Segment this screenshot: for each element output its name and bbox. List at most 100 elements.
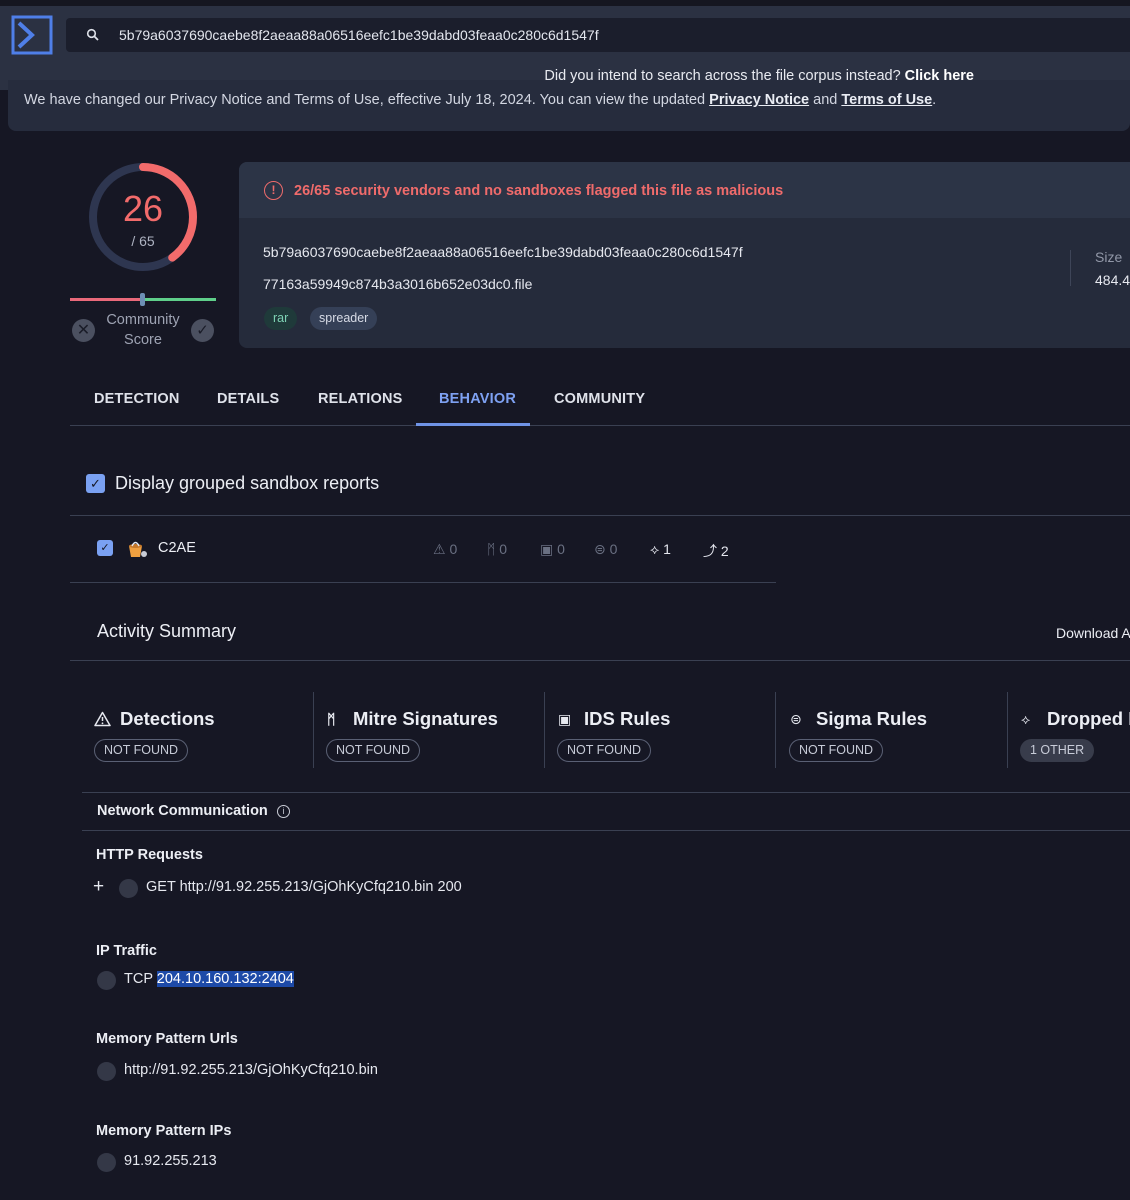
sandbox-name[interactable]: C2AE xyxy=(158,540,196,556)
memory-pattern-ips-title: Memory Pattern IPs xyxy=(96,1123,232,1139)
sigma-icon: ⊜ xyxy=(594,541,606,557)
size-label: Size xyxy=(1095,249,1123,265)
alert-icon: ! xyxy=(264,181,283,200)
file-name: 77163a59949c874b3a3016b652e03dc0.file xyxy=(263,276,533,292)
download-button[interactable]: Download A xyxy=(1056,625,1130,641)
privacy-text: We have changed our Privacy Notice and T… xyxy=(24,92,706,108)
tag-rar[interactable]: rar xyxy=(264,307,298,330)
detection-count: 26 xyxy=(122,188,164,229)
activity-summary-title: Activity Summary xyxy=(97,621,237,641)
click-here-link[interactable]: Click here xyxy=(905,68,974,84)
sandbox-bucket-icon xyxy=(97,1153,116,1172)
divider xyxy=(70,515,1130,516)
divider xyxy=(70,582,776,583)
privacy-end: . xyxy=(932,92,937,108)
privacy-and: and xyxy=(813,92,838,108)
stat-value: 0 xyxy=(557,541,565,557)
info-icon[interactable]: i xyxy=(277,805,290,818)
memory-pattern-urls-title: Memory Pattern Urls xyxy=(96,1031,238,1047)
tab-details[interactable]: DETAILS xyxy=(217,391,279,407)
vote-malicious-icon[interactable]: ✕ xyxy=(72,319,95,342)
tab-community[interactable]: COMMUNITY xyxy=(554,391,645,407)
sandbox-sigma-stat: ⊜ 0 xyxy=(594,541,617,558)
divider xyxy=(1007,692,1008,768)
active-tab-indicator xyxy=(416,423,530,426)
mitre-icon: ᛗ xyxy=(487,541,496,557)
corpus-prompt-text: Did you intend to search across the file… xyxy=(544,68,901,84)
ids-icon: ▣ xyxy=(558,711,572,727)
detections-badge: NOT FOUND xyxy=(94,739,189,762)
sandbox-bucket-icon xyxy=(119,879,138,898)
warning-icon xyxy=(94,711,111,727)
sandbox-bucket-icon xyxy=(129,541,147,557)
tab-relations[interactable]: RELATIONS xyxy=(318,391,403,407)
divider xyxy=(82,792,1130,793)
grouped-reports-label: Display grouped sandbox reports xyxy=(115,473,380,493)
file-hash[interactable]: 5b79a6037690caebe8f2aeaa88a06516eefc1be3… xyxy=(263,244,743,260)
mitre-badge: NOT FOUND xyxy=(326,739,421,762)
sandbox-mitre-stat: ᛗ 0 xyxy=(487,541,507,557)
dropped-badge[interactable]: 1 OTHER xyxy=(1020,739,1095,762)
divider xyxy=(775,692,776,768)
detection-total: / 65 xyxy=(131,233,155,249)
tag-spreader[interactable]: spreader xyxy=(310,307,378,330)
divider xyxy=(313,692,314,768)
terms-of-use-link[interactable]: Terms of Use xyxy=(841,92,932,108)
memory-ip-row[interactable]: 91.92.255.213 xyxy=(124,1153,217,1169)
warning-icon: ⚠ xyxy=(433,541,446,557)
sandbox-network-stat: ⤴ 2 xyxy=(703,541,729,561)
stat-value: 2 xyxy=(720,543,729,559)
network-icon: ⤴ xyxy=(703,543,717,559)
malicious-alert: 26/65 security vendors and no sandboxes … xyxy=(294,183,784,199)
http-request-row[interactable]: GET http://91.92.255.213/GjOhKyCfq210.bi… xyxy=(146,879,462,895)
community-bar-negative xyxy=(70,298,142,301)
sandbox-checkbox[interactable]: ✓ xyxy=(97,540,113,556)
tabs-divider xyxy=(70,425,1130,426)
vote-harmless-icon[interactable]: ✓ xyxy=(191,319,214,342)
corpus-search-prompt: Did you intend to search across the file… xyxy=(0,68,974,84)
sandbox-dropped-stat: ⟡ 1 xyxy=(650,541,671,558)
privacy-notice-link[interactable]: Privacy Notice xyxy=(709,92,809,108)
search-value[interactable]: 5b79a6037690caebe8f2aeaa88a06516eefc1be3… xyxy=(119,27,599,43)
virustotal-logo-icon[interactable] xyxy=(10,14,54,56)
divider xyxy=(70,660,1130,661)
sandbox-detections-stat: ⚠ 0 xyxy=(433,541,457,558)
tab-behavior[interactable]: BEHAVIOR xyxy=(439,391,516,407)
ids-rules-title: IDS Rules xyxy=(584,708,671,729)
community-bar-positive xyxy=(144,298,216,301)
ip-address[interactable]: 204.10.160.132:2404 xyxy=(156,971,294,987)
privacy-notice: We have changed our Privacy Notice and T… xyxy=(24,92,936,108)
community-score-label: Community Score xyxy=(106,312,180,348)
ip-traffic-title: IP Traffic xyxy=(96,943,157,959)
size-value: 484.4 xyxy=(1095,272,1130,288)
mitre-signatures-title: Mitre Signatures xyxy=(353,708,498,729)
sigma-badge: NOT FOUND xyxy=(789,739,884,762)
sigma-rules-title: Sigma Rules xyxy=(816,708,928,729)
stat-value: 0 xyxy=(499,541,508,557)
dropped-icon: ⟡ xyxy=(650,541,660,557)
divider xyxy=(82,830,1130,831)
stat-value: 1 xyxy=(663,541,671,557)
divider xyxy=(544,692,545,768)
sandbox-ids-stat: ▣ 0 xyxy=(540,541,565,558)
stat-value: 0 xyxy=(609,541,618,557)
stat-value: 0 xyxy=(449,541,458,557)
memory-url-row[interactable]: http://91.92.255.213/GjOhKyCfq210.bin xyxy=(124,1062,378,1078)
http-requests-title: HTTP Requests xyxy=(96,847,203,863)
expand-plus-icon[interactable]: + xyxy=(93,876,104,898)
ids-icon: ▣ xyxy=(540,541,554,557)
ip-traffic-row[interactable]: TCP 204.10.160.132:2404 xyxy=(124,971,294,987)
network-communication-title: Network Communication xyxy=(97,803,268,819)
ids-badge: NOT FOUND xyxy=(557,739,652,762)
search-icon[interactable] xyxy=(86,28,100,42)
community-score-marker xyxy=(140,293,145,306)
dropped-icon: ⟡ xyxy=(1021,711,1031,727)
dropped-files-title: Dropped F xyxy=(1047,708,1130,729)
sigma-icon: ⊜ xyxy=(790,711,802,727)
tab-detection[interactable]: DETECTION xyxy=(94,391,180,407)
divider xyxy=(1070,250,1071,286)
sandbox-bucket-icon xyxy=(97,1062,116,1081)
grouped-reports-checkbox[interactable]: ✓ xyxy=(86,474,105,493)
detections-title: Detections xyxy=(120,708,215,729)
ip-protocol: TCP xyxy=(124,971,153,987)
